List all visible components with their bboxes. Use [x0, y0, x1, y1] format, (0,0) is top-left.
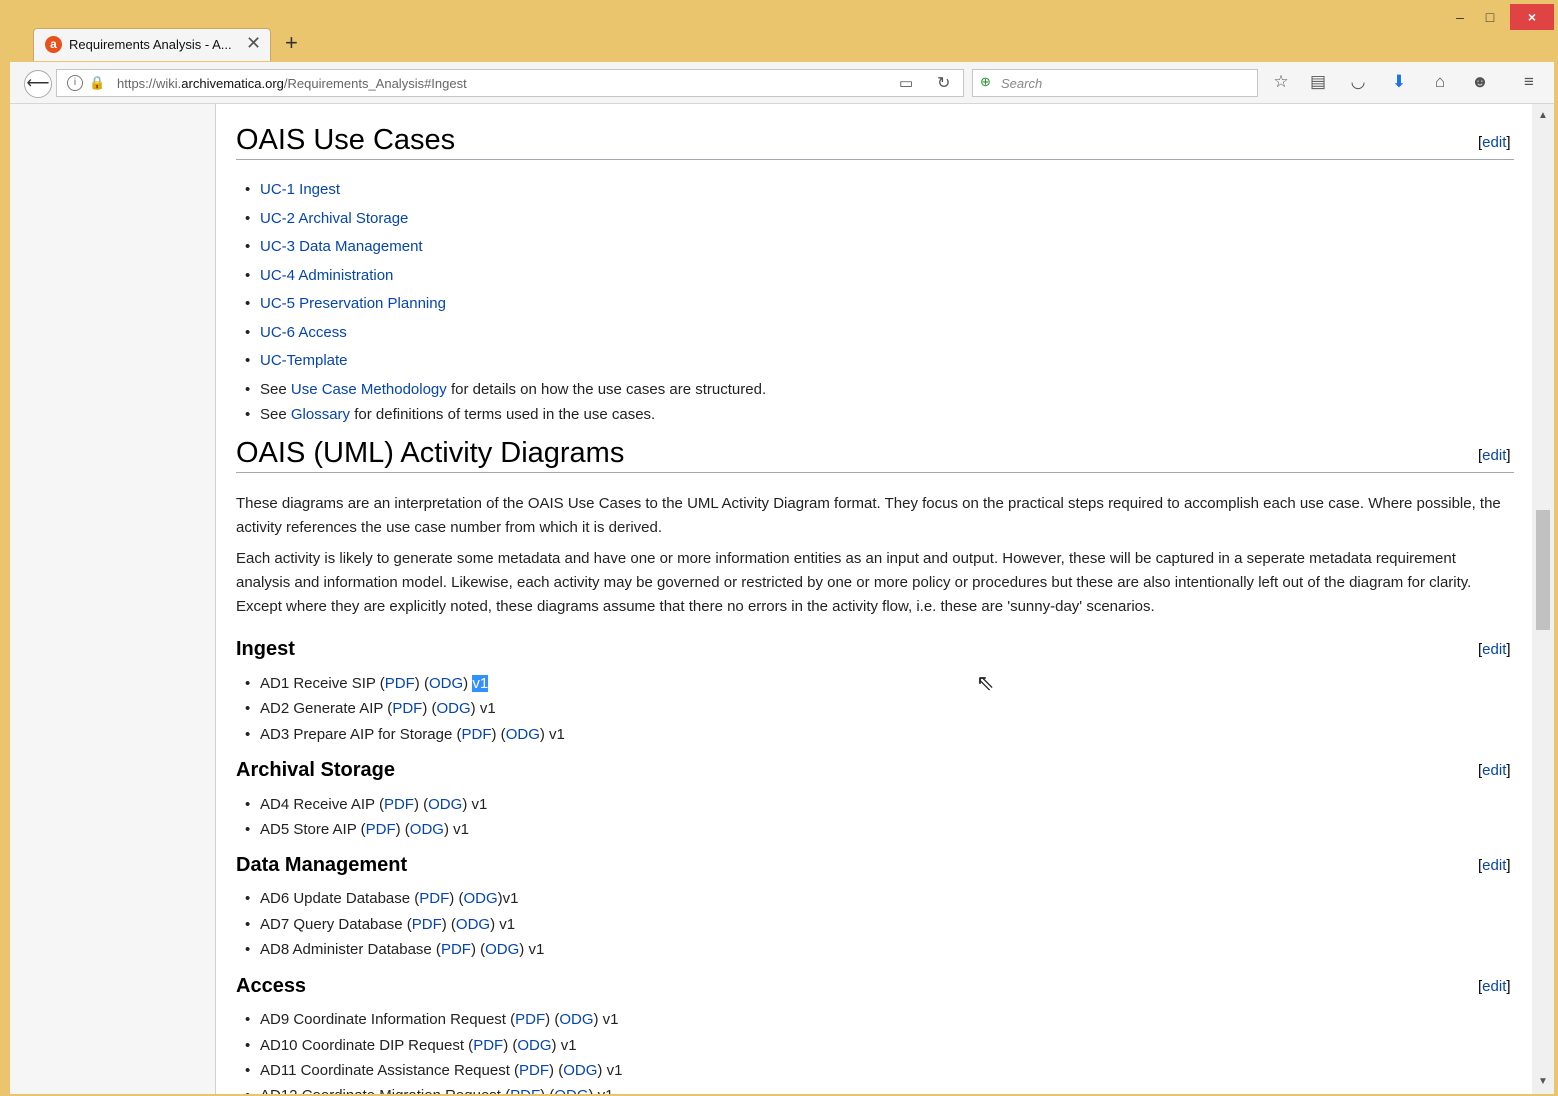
url-text[interactable]: https://wiki.archivematica.org/Requireme…: [117, 76, 467, 91]
navigation-bar: ⟵ i 🔒 https://wiki.archivematica.org/Req…: [10, 62, 1554, 104]
download-icon[interactable]: ⬇: [1386, 72, 1412, 92]
hamburger-menu-icon[interactable]: ≡: [1516, 72, 1542, 92]
search-placeholder: Search: [1001, 76, 1043, 91]
edit-link-datamgmt[interactable]: [edit]: [1478, 857, 1511, 874]
odg-link[interactable]: ODG: [517, 1037, 551, 1054]
pdf-link[interactable]: PDF: [441, 941, 471, 958]
archival-storage-heading: Archival Storage: [236, 759, 395, 781]
odg-link[interactable]: ODG: [456, 916, 490, 933]
list-item[interactable]: UC-Template: [245, 352, 348, 369]
list-item: AD1 Receive SIP (PDF) (ODG) v1: [245, 675, 489, 692]
list-item: AD6 Update Database (PDF) (ODG)v1: [245, 890, 518, 907]
maximize-button[interactable]: □: [1476, 4, 1504, 30]
heading-rule: [236, 159, 1514, 160]
reload-icon[interactable]: ↻: [937, 73, 950, 93]
glossary-link[interactable]: Glossary: [291, 406, 350, 423]
scroll-up-icon[interactable]: ▲: [1538, 110, 1548, 121]
archivematica-favicon-icon: a: [45, 36, 62, 53]
intro-paragraph: These diagrams are an interpretation of …: [236, 495, 1501, 536]
data-management-heading: Data Management: [236, 854, 408, 876]
list-item: AD7 Query Database (PDF) (ODG) v1: [245, 916, 515, 933]
list-item: AD5 Store AIP (PDF) (ODG) v1: [245, 821, 469, 838]
lock-icon[interactable]: 🔒: [89, 75, 105, 91]
odg-link[interactable]: ODG: [429, 675, 463, 692]
odg-link[interactable]: ODG: [436, 700, 470, 717]
reader-view-icon[interactable]: ▭: [899, 74, 913, 92]
minimize-button[interactable]: –: [1446, 4, 1474, 30]
odg-link[interactable]: ODG: [463, 890, 497, 907]
mouse-cursor-icon: ⇖: [976, 670, 995, 695]
back-arrow-icon[interactable]: ⟵: [24, 70, 52, 98]
odg-link[interactable]: ODG: [410, 821, 444, 838]
activity-diagrams-heading: OAIS (UML) Activity Diagrams: [236, 437, 625, 469]
chat-icon[interactable]: ☻: [1467, 72, 1493, 92]
pdf-link[interactable]: PDF: [419, 890, 449, 907]
access-heading: Access: [236, 975, 307, 997]
edit-link-use-cases[interactable]: [edit]: [1478, 134, 1511, 151]
pdf-link[interactable]: PDF: [392, 700, 422, 717]
search-box[interactable]: ⊕ Search: [972, 69, 1258, 97]
list-item: AD8 Administer Database (PDF) (ODG) v1: [245, 941, 544, 958]
info-icon[interactable]: i: [67, 75, 83, 91]
list-item: AD11 Coordinate Assistance Request (PDF)…: [245, 1062, 622, 1079]
pdf-link[interactable]: PDF: [385, 675, 415, 692]
list-item[interactable]: UC-3 Data Management: [245, 238, 423, 255]
methodology-link[interactable]: Use Case Methodology: [291, 381, 447, 398]
list-item[interactable]: UC-2 Archival Storage: [245, 210, 408, 227]
odg-link[interactable]: ODG: [428, 796, 462, 813]
pdf-link[interactable]: PDF: [462, 726, 492, 743]
edit-link-ingest[interactable]: [edit]: [1478, 641, 1511, 658]
edit-link-archival[interactable]: [edit]: [1478, 762, 1511, 779]
list-item[interactable]: UC-1 Ingest: [245, 181, 340, 198]
odg-link[interactable]: ODG: [563, 1062, 597, 1079]
list-item: AD4 Receive AIP (PDF) (ODG) v1: [245, 796, 487, 813]
new-tab-button[interactable]: +: [285, 30, 298, 56]
list-item: See Use Case Methodology for details on …: [245, 381, 766, 398]
sidebar: [10, 104, 216, 1096]
title-bar: a Requirements Analysis - A... ✕ + – □ ×: [0, 0, 1558, 62]
home-icon[interactable]: ⌂: [1427, 72, 1453, 92]
edit-link-access[interactable]: [edit]: [1478, 978, 1511, 995]
description-paragraph: Each activity is likely to generate some…: [236, 550, 1472, 615]
ingest-heading: Ingest: [236, 638, 295, 660]
vertical-scrollbar[interactable]: ▲ ▼: [1532, 104, 1554, 1096]
url-bar[interactable]: i 🔒 https://wiki.archivematica.org/Requi…: [56, 69, 964, 97]
page-content: OAIS Use Cases [edit] UC-1 Ingest UC-2 A…: [10, 104, 1532, 1096]
list-item: AD9 Coordinate Information Request (PDF)…: [245, 1011, 619, 1028]
search-engine-icon[interactable]: ⊕: [980, 74, 991, 90]
pdf-link[interactable]: PDF: [519, 1062, 549, 1079]
list-item[interactable]: UC-5 Preservation Planning: [245, 295, 446, 312]
list-item: See Glossary for definitions of terms us…: [245, 406, 655, 423]
version-label: v1: [472, 675, 489, 692]
heading-rule: [236, 472, 1514, 473]
close-window-button[interactable]: ×: [1510, 4, 1554, 30]
pdf-link[interactable]: PDF: [384, 796, 414, 813]
list-item: AD10 Coordinate DIP Request (PDF) (ODG) …: [245, 1037, 577, 1054]
pdf-link[interactable]: PDF: [473, 1037, 503, 1054]
list-item[interactable]: UC-4 Administration: [245, 267, 393, 284]
edit-link-activity[interactable]: [edit]: [1478, 447, 1511, 464]
bookmarks-menu-icon[interactable]: ▤: [1305, 72, 1331, 92]
pocket-icon[interactable]: ◡: [1345, 72, 1371, 92]
pdf-link[interactable]: PDF: [515, 1011, 545, 1028]
use-cases-heading: OAIS Use Cases: [236, 124, 456, 156]
odg-link[interactable]: ODG: [485, 941, 519, 958]
browser-tab[interactable]: a Requirements Analysis - A... ✕: [33, 28, 271, 61]
scroll-down-icon[interactable]: ▼: [1538, 1076, 1548, 1087]
pdf-link[interactable]: PDF: [366, 821, 396, 838]
odg-link[interactable]: ODG: [559, 1011, 593, 1028]
tab-close-icon[interactable]: ✕: [246, 33, 261, 54]
tab-title: Requirements Analysis - A...: [69, 37, 232, 52]
odg-link[interactable]: ODG: [506, 726, 540, 743]
list-item[interactable]: UC-6 Access: [245, 324, 347, 341]
list-item: AD2 Generate AIP (PDF) (ODG) v1: [245, 700, 496, 717]
scrollbar-thumb[interactable]: [1536, 510, 1550, 630]
pdf-link[interactable]: PDF: [412, 916, 442, 933]
list-item: AD3 Prepare AIP for Storage (PDF) (ODG) …: [245, 726, 565, 743]
bookmark-star-icon[interactable]: ☆: [1268, 72, 1294, 92]
